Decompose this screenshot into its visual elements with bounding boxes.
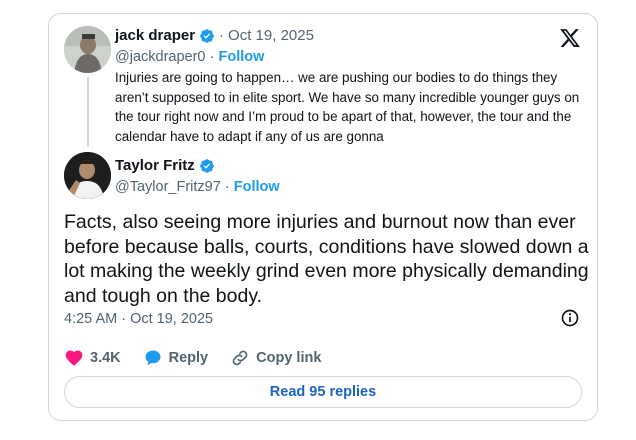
like-count: 3.4K [90, 350, 121, 366]
copy-link-button[interactable]: Copy link [230, 348, 321, 368]
read-replies-label: Read 95 replies [269, 384, 377, 400]
avatar-jack-draper[interactable] [64, 26, 111, 73]
verified-badge-icon [200, 28, 214, 43]
post-actions: 3.4K Reply Copy link [64, 348, 343, 368]
author-name[interactable]: Taylor Fritz [115, 157, 195, 174]
verified-badge-icon [199, 158, 214, 173]
heart-icon [65, 350, 83, 366]
reply-button[interactable]: Reply [143, 348, 209, 368]
author-handle[interactable]: @Taylor_Fritz97 [115, 179, 221, 195]
avatar-taylor-fritz[interactable] [64, 152, 111, 199]
like-button[interactable]: 3.4K [64, 348, 121, 368]
thread-connector-line [87, 77, 89, 147]
follow-taylor-fritz-button[interactable]: Follow [234, 179, 280, 195]
copy-link-label: Copy link [256, 350, 322, 366]
quoted-handle-row: @jackdraper0 · Follow [115, 48, 265, 65]
embedded-post-card: jack draper · Oct 19, 2025 @jackdraper0 … [48, 13, 598, 421]
author-handle-row: @Taylor_Fritz97 · Follow [115, 178, 280, 195]
reply-label: Reply [168, 350, 209, 366]
read-replies-button[interactable]: Read 95 replies [64, 376, 582, 408]
info-icon[interactable] [560, 308, 580, 328]
link-icon [232, 350, 248, 366]
quoted-author-row: jack draper · Oct 19, 2025 [115, 27, 314, 44]
quoted-author-handle[interactable]: @jackdraper0 [115, 49, 205, 65]
quoted-post-date[interactable]: Oct 19, 2025 [228, 27, 314, 44]
post-timestamp[interactable]: 4:25 AM · Oct 19, 2025 [64, 311, 213, 327]
quoted-author-name[interactable]: jack draper [115, 27, 195, 44]
quoted-post-text: Injuries are going to happen… we are pus… [115, 70, 580, 144]
post-text: Facts, also seeing more injuries and bur… [64, 211, 589, 307]
reply-bubble-icon [145, 350, 161, 366]
x-logo-icon[interactable] [559, 27, 581, 49]
author-row: Taylor Fritz [115, 157, 215, 174]
follow-jack-draper-button[interactable]: Follow [218, 49, 264, 65]
